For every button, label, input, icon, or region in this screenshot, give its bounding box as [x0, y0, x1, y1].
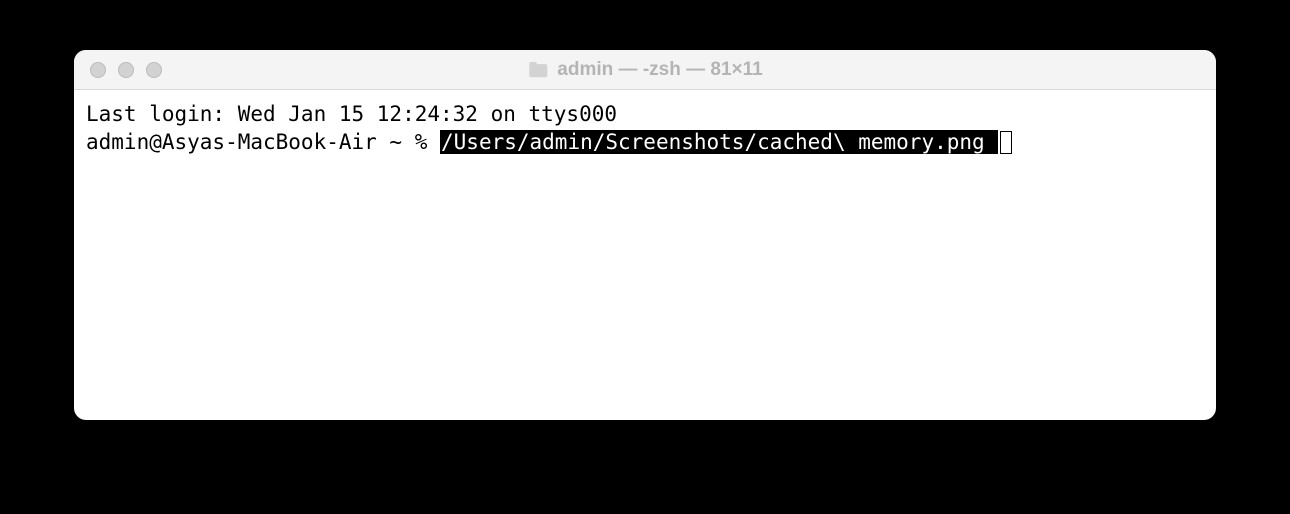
window-controls [74, 62, 162, 78]
cursor [1000, 131, 1012, 154]
shell-prompt: admin@Asyas-MacBook-Air ~ % [86, 130, 440, 154]
command-input[interactable]: /Users/admin/Screenshots/cached\ memory.… [440, 130, 998, 154]
close-button[interactable] [90, 62, 106, 78]
maximize-button[interactable] [146, 62, 162, 78]
minimize-button[interactable] [118, 62, 134, 78]
terminal-window: admin — -zsh — 81×11 Last login: Wed Jan… [74, 50, 1216, 420]
window-title: admin — -zsh — 81×11 [557, 59, 762, 81]
window-title-wrap: admin — -zsh — 81×11 [527, 59, 762, 81]
folder-icon [527, 61, 549, 79]
prompt-line: admin@Asyas-MacBook-Air ~ % /Users/admin… [86, 128, 1204, 156]
terminal-output[interactable]: Last login: Wed Jan 15 12:24:32 on ttys0… [74, 90, 1216, 420]
last-login-line: Last login: Wed Jan 15 12:24:32 on ttys0… [86, 100, 1204, 128]
titlebar[interactable]: admin — -zsh — 81×11 [74, 50, 1216, 90]
